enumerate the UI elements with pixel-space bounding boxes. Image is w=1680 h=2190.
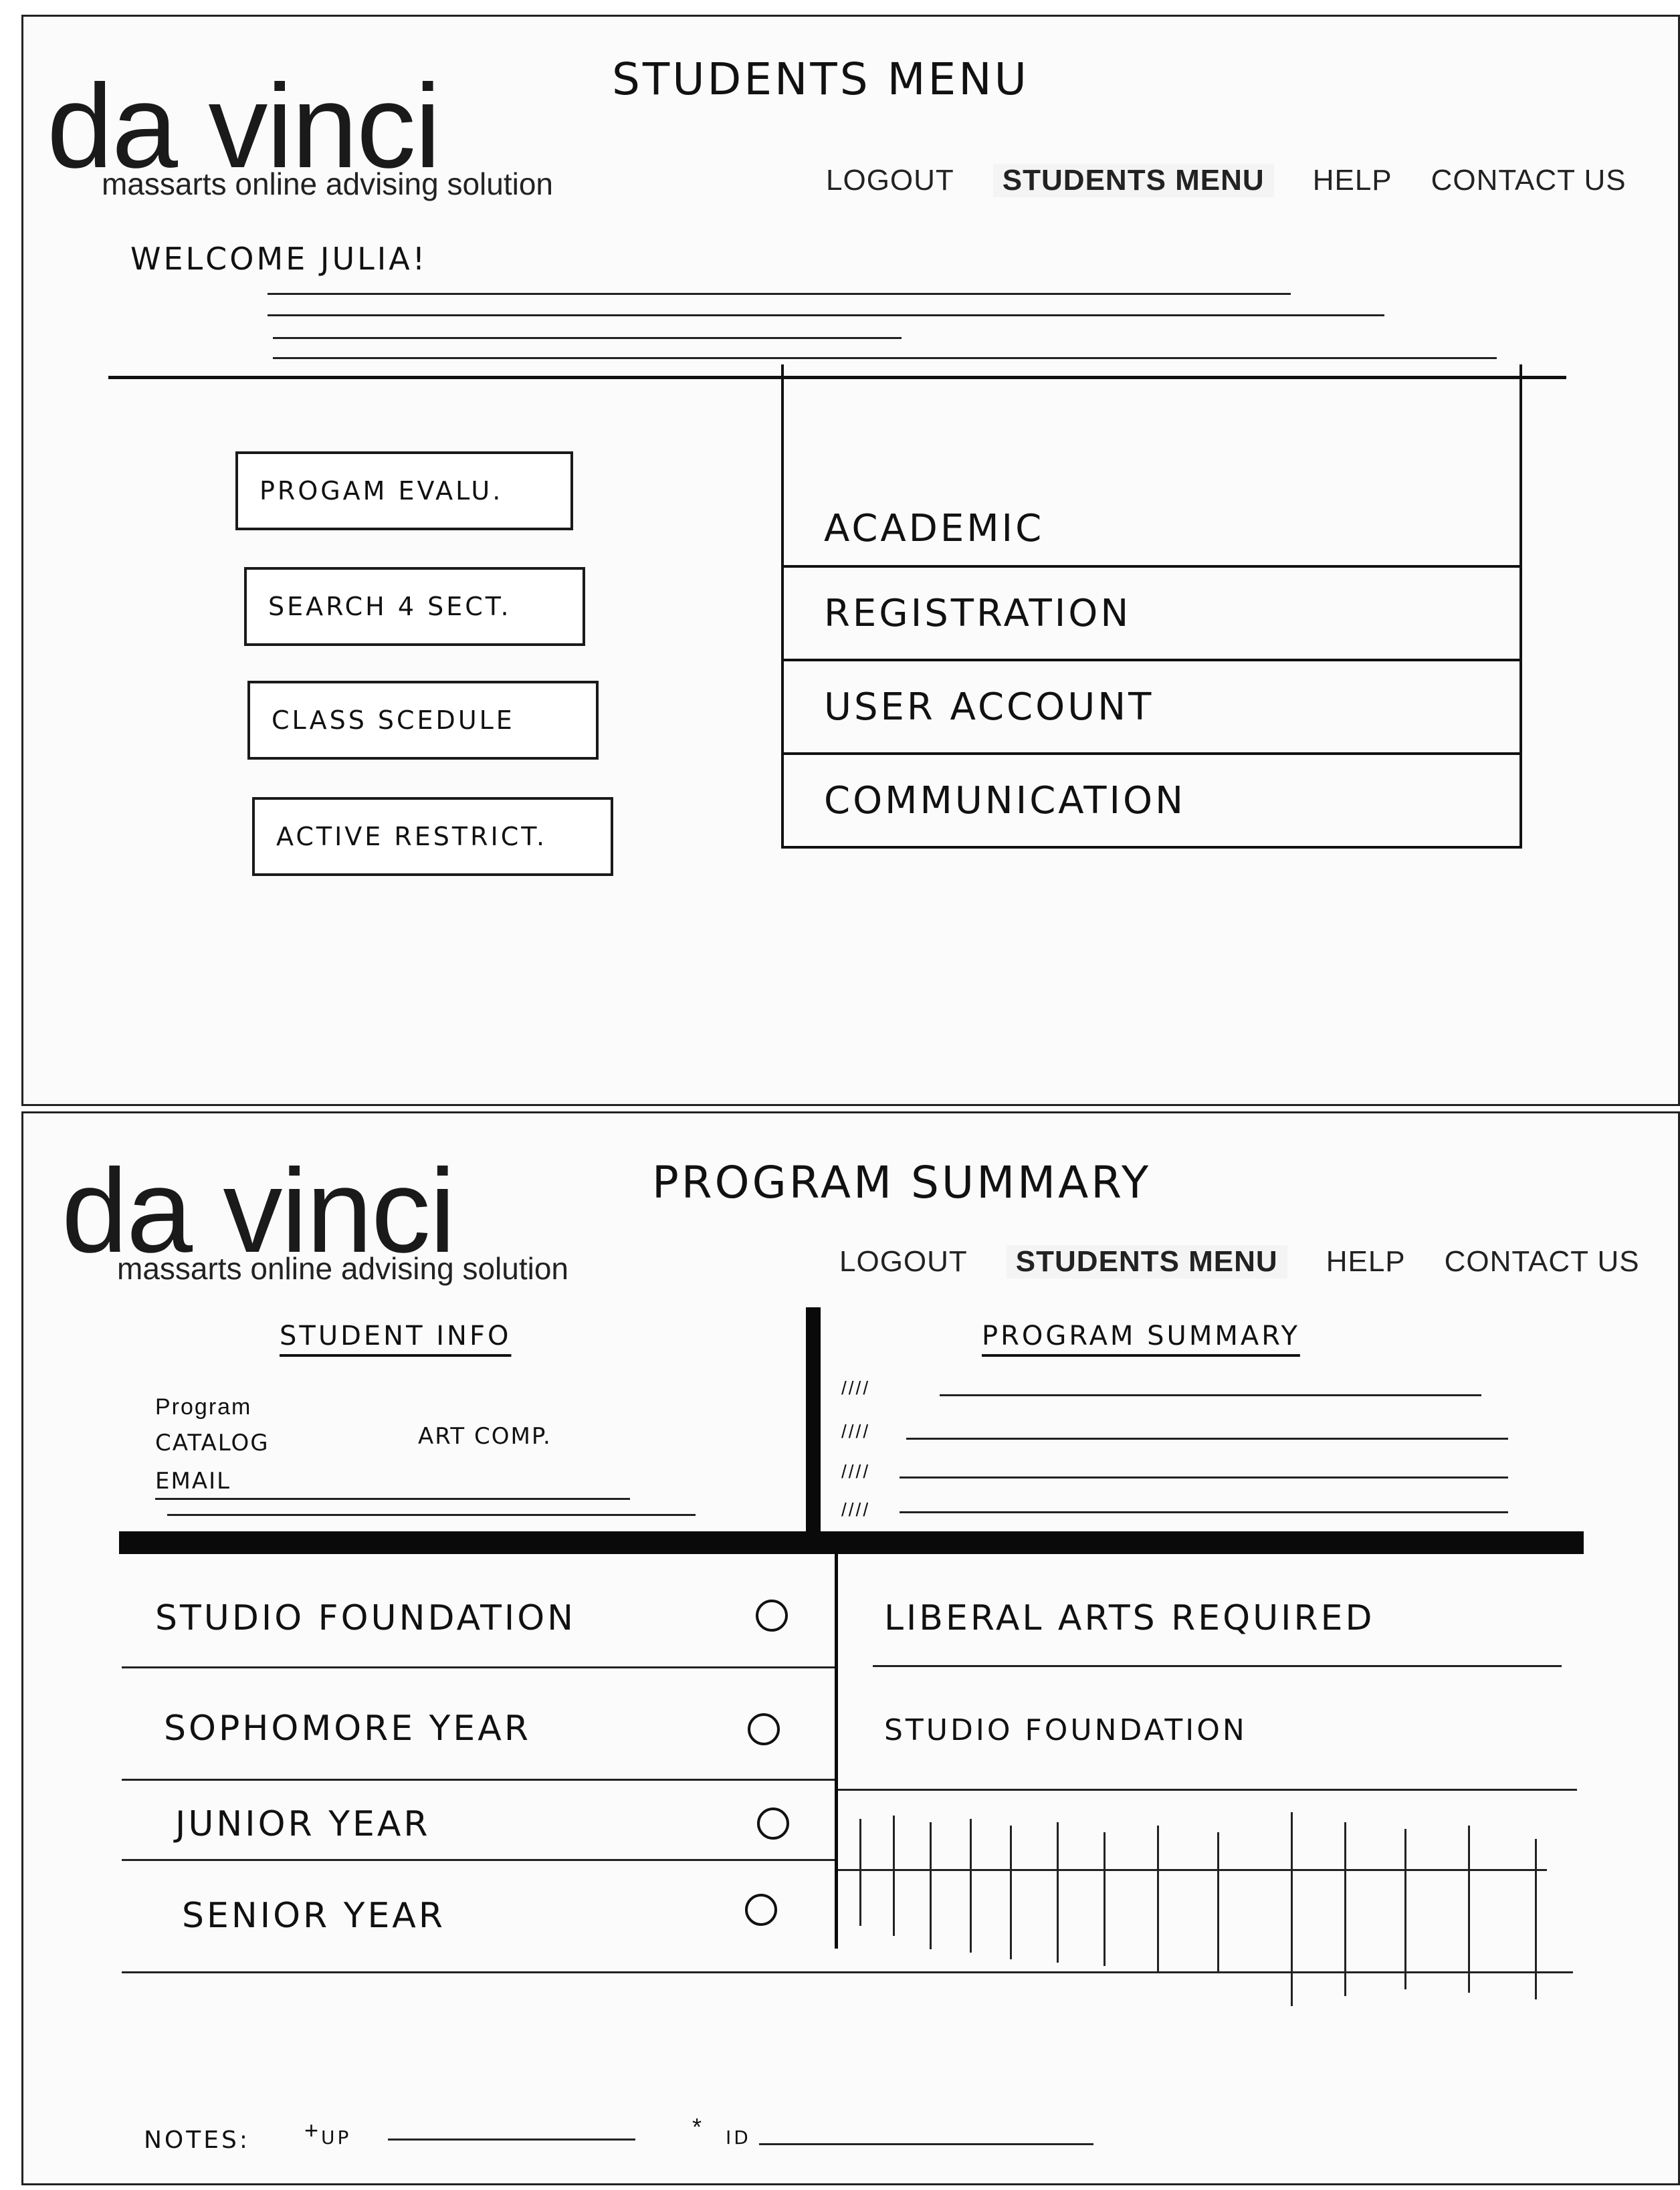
tab-communication[interactable]: COMMUNICATION bbox=[784, 755, 1519, 849]
tab-registration[interactable]: REGISTRATION bbox=[784, 568, 1519, 661]
summary-mark: //// bbox=[841, 1461, 871, 1482]
program-value: ART COMP. bbox=[418, 1423, 552, 1450]
requirement-label: STUDIO FOUNDATION bbox=[884, 1713, 1247, 1747]
scribble-mark bbox=[930, 1822, 932, 1949]
nav-contact-us[interactable]: CONTACT US bbox=[1445, 1245, 1640, 1279]
scribble-mark bbox=[1291, 1812, 1293, 2006]
row-divider bbox=[838, 1869, 1547, 1871]
scribble-mark bbox=[1157, 1826, 1159, 1973]
placeholder-line bbox=[268, 293, 1291, 295]
notes-field-line[interactable] bbox=[759, 2143, 1093, 2145]
placeholder-line bbox=[273, 357, 1497, 359]
scribble-mark bbox=[893, 1816, 895, 1936]
nav-students-menu[interactable]: STUDENTS MENU bbox=[1006, 1245, 1287, 1279]
catalog-label: CATALOG bbox=[155, 1430, 270, 1456]
year-label: SENIOR YEAR bbox=[182, 1896, 446, 1936]
placeholder-line bbox=[273, 337, 902, 339]
placeholder-line bbox=[940, 1394, 1481, 1396]
notes-field-line[interactable] bbox=[388, 2139, 635, 2141]
nav-help[interactable]: HELP bbox=[1326, 1245, 1406, 1279]
welcome-message: WELCOME JULIA! bbox=[130, 241, 428, 277]
year-label: JUNIOR YEAR bbox=[175, 1804, 431, 1844]
notes-label: NOTES: bbox=[144, 2126, 250, 2154]
summary-mark: //// bbox=[841, 1378, 871, 1398]
active-restrictions-button[interactable]: ACTIVE RESTRICT. bbox=[252, 797, 613, 876]
program-evaluation-button[interactable]: PROGAM EVALU. bbox=[235, 451, 573, 530]
student-info-heading: STUDENT INFO bbox=[280, 1321, 512, 1351]
scribble-mark bbox=[1104, 1832, 1106, 1966]
nav-contact-us[interactable]: CONTACT US bbox=[1431, 164, 1626, 197]
notes-field-label: UP bbox=[321, 2126, 352, 2149]
summary-mark: //// bbox=[841, 1499, 871, 1520]
notes-mark: * bbox=[692, 2113, 702, 2141]
program-label: Program bbox=[155, 1394, 252, 1420]
requirement-label: LIBERAL ARTS REQUIRED bbox=[884, 1598, 1375, 1638]
scribble-mark bbox=[1010, 1826, 1012, 1959]
year-status-radio[interactable] bbox=[748, 1713, 780, 1745]
page-title: PROGRAM SUMMARY bbox=[652, 1157, 1152, 1208]
nav-logout[interactable]: LOGOUT bbox=[839, 1245, 968, 1279]
year-label: STUDIO FOUNDATION bbox=[155, 1598, 576, 1638]
row-divider bbox=[873, 1665, 1562, 1667]
scribble-mark bbox=[859, 1819, 861, 1926]
scribble-mark bbox=[1468, 1826, 1470, 1993]
placeholder-line bbox=[900, 1511, 1508, 1513]
page-title: STUDENTS MENU bbox=[612, 53, 1029, 105]
scribble-mark bbox=[1404, 1829, 1406, 1989]
scribble-mark bbox=[1344, 1822, 1346, 1996]
row-divider bbox=[838, 1789, 1577, 1791]
tab-user-account[interactable]: USER ACCOUNT bbox=[784, 661, 1519, 755]
placeholder-line bbox=[167, 1514, 696, 1516]
placeholder-line bbox=[268, 314, 1384, 316]
column-divider bbox=[835, 1554, 838, 1949]
program-summary-heading: PROGRAM SUMMARY bbox=[982, 1321, 1300, 1351]
scribble-mark bbox=[1057, 1822, 1059, 1963]
top-nav: LOGOUT STUDENTS MENU HELP CONTACT US bbox=[839, 1245, 1640, 1279]
heavy-divider bbox=[119, 1531, 1584, 1554]
placeholder-line bbox=[906, 1438, 1508, 1440]
students-tabs: ACADEMIC REGISTRATION USER ACCOUNT COMMU… bbox=[781, 364, 1522, 849]
email-label: EMAIL bbox=[155, 1468, 231, 1495]
scribble-mark bbox=[1535, 1839, 1537, 1999]
row-divider bbox=[122, 1779, 835, 1781]
year-status-radio[interactable] bbox=[745, 1894, 777, 1926]
placeholder-line bbox=[155, 1498, 630, 1500]
year-status-radio[interactable] bbox=[757, 1808, 789, 1840]
tab-academic-label: ACADEMIC bbox=[824, 507, 1045, 550]
placeholder-line bbox=[900, 1476, 1508, 1479]
scribble-mark bbox=[1217, 1832, 1219, 1973]
year-status-radio[interactable] bbox=[756, 1600, 788, 1632]
nav-logout[interactable]: LOGOUT bbox=[826, 164, 954, 197]
tagline: massarts online advising solution bbox=[102, 167, 554, 201]
nav-help[interactable]: HELP bbox=[1313, 164, 1392, 197]
scribble-mark bbox=[970, 1819, 972, 1953]
row-divider bbox=[122, 1971, 1573, 1973]
row-divider bbox=[122, 1666, 835, 1668]
tab-academic[interactable]: ACADEMIC bbox=[784, 364, 1519, 568]
class-schedule-button[interactable]: CLASS SCEDULE bbox=[247, 681, 599, 760]
nav-students-menu[interactable]: STUDENTS MENU bbox=[992, 164, 1274, 197]
search-sections-button[interactable]: SEARCH 4 SECT. bbox=[244, 567, 585, 646]
header-column-divider bbox=[806, 1307, 821, 1538]
top-nav: LOGOUT STUDENTS MENU HELP CONTACT US bbox=[826, 164, 1626, 197]
notes-mark: + bbox=[304, 2116, 319, 2144]
year-label: SOPHOMORE YEAR bbox=[164, 1709, 531, 1749]
summary-mark: //// bbox=[841, 1421, 871, 1442]
tagline: massarts online advising solution bbox=[117, 1251, 569, 1286]
notes-field-label: ID bbox=[726, 2126, 751, 2149]
row-divider bbox=[122, 1859, 835, 1861]
